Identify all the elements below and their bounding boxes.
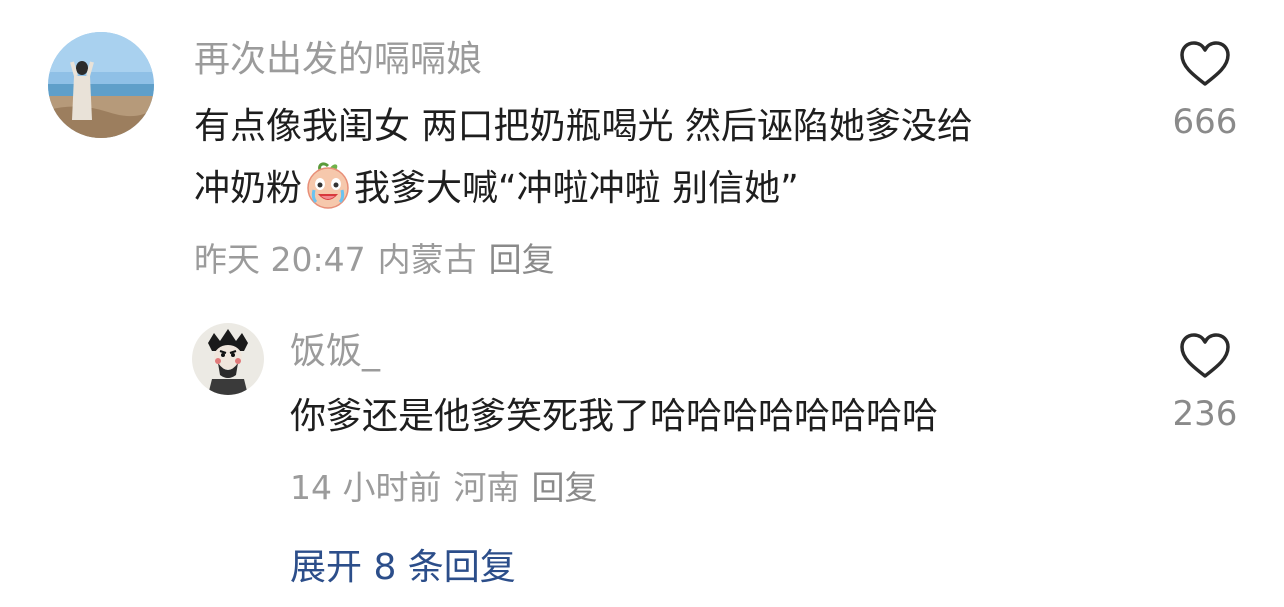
- reply-reply-button[interactable]: 回复: [531, 468, 597, 507]
- reply-time: 14 小时前: [290, 468, 442, 507]
- comment-text: 有点像我闺女 两口把奶瓶喝光 然后诬陷她爹没给 冲奶粉 我爹大喊“冲啦冲啦 别信…: [194, 96, 973, 220]
- reply-meta: 14 小时前 河南 回复: [290, 468, 609, 508]
- comment-text-line1: 有点像我闺女 两口把奶瓶喝光 然后诬陷她爹没给: [194, 106, 973, 147]
- comment-text-line2-after: 我爹大喊“冲啦冲啦 别信她”: [354, 168, 799, 209]
- expand-replies-button[interactable]: 展开 8 条回复: [290, 546, 516, 590]
- comment-username[interactable]: 再次出发的嗝嗝娘: [194, 38, 482, 82]
- comment-text-line2-before: 冲奶粉: [194, 168, 303, 209]
- comment-like-count: 666: [1172, 102, 1238, 142]
- reply-location: 河南: [453, 468, 520, 507]
- comment-meta: 昨天 20:47 内蒙古 回复: [194, 240, 567, 280]
- comment-like-button[interactable]: 666: [1150, 40, 1260, 142]
- reply-text: 你爹还是他爹笑死我了哈哈哈哈哈哈哈哈: [290, 396, 939, 437]
- crying-laughing-peach-emoji: [304, 162, 352, 210]
- comment-time: 昨天 20:47: [194, 240, 366, 279]
- heart-icon[interactable]: [1178, 332, 1232, 380]
- avatar[interactable]: [48, 32, 154, 138]
- reply-username[interactable]: 饭饭_: [290, 330, 380, 374]
- comment-thread: 再次出发的嗝嗝娘 有点像我闺女 两口把奶瓶喝光 然后诬陷她爹没给 冲奶粉 我爹大…: [0, 0, 1284, 607]
- reply-avatar[interactable]: [192, 323, 264, 395]
- comment-reply-button[interactable]: 回复: [489, 240, 555, 279]
- comment-location: 内蒙古: [377, 240, 477, 279]
- reply-like-button[interactable]: 236: [1150, 332, 1260, 434]
- heart-icon[interactable]: [1178, 40, 1232, 88]
- comment-text-line2: 冲奶粉 我爹大喊“冲啦冲啦 别信她”: [194, 158, 973, 220]
- reply-like-count: 236: [1172, 394, 1238, 434]
